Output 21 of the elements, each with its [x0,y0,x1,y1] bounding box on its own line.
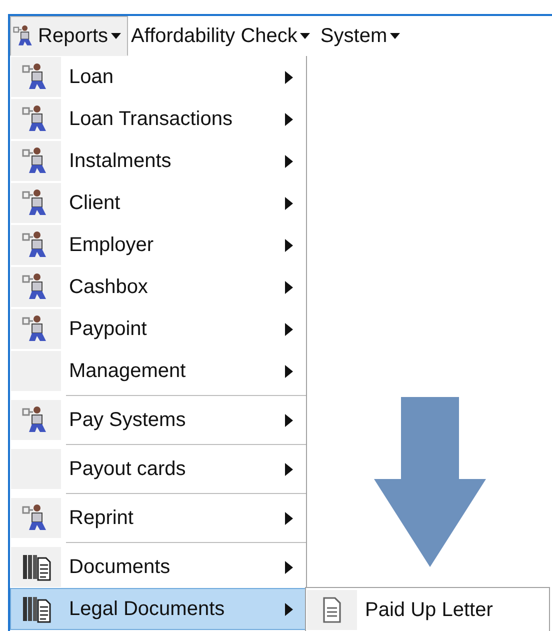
menu-bar-item[interactable]: Reports [10,16,128,56]
menu-item[interactable]: Documents [10,546,306,588]
documents-icon [21,594,51,624]
menu-item[interactable]: Legal Documents [10,588,306,630]
menu-item[interactable]: Paid Up Letter [306,589,549,631]
document-icon [322,597,342,623]
menu-item[interactable]: Loan Transactions [10,98,306,140]
menu-item[interactable]: Payout cards [10,448,306,490]
menu-bar-item[interactable]: System [317,16,408,56]
menu-item[interactable]: Pay Systems [10,399,306,441]
menu-item[interactable]: Paypoint [10,308,306,350]
documents-icon [21,552,51,582]
menu-item[interactable]: Reprint [10,497,306,539]
menu-item[interactable]: Client [10,182,306,224]
menu-item[interactable]: Management [10,350,306,392]
menu-bar-item[interactable]: Affordability Check [128,16,318,56]
person-icon [13,25,35,47]
menu-item[interactable]: Cashbox [10,266,306,308]
menu-item[interactable]: Employer [10,224,306,266]
menu-item[interactable]: Instalments [10,140,306,182]
menu-item[interactable]: Loan [10,56,306,98]
